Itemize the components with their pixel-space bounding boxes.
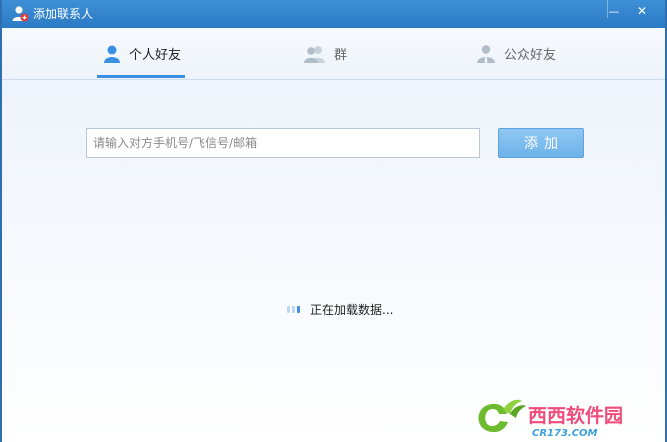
title-bar[interactable]: 添加联系人 — ✕ xyxy=(2,0,665,28)
watermark-site: CR173.COM xyxy=(532,428,598,439)
tab-personal-friend[interactable]: 个人好友 xyxy=(103,28,181,79)
add-contact-app-icon xyxy=(12,6,29,22)
loading-spinner-icon xyxy=(287,306,302,313)
public-account-icon xyxy=(477,44,495,63)
loading-status: 正在加载数据... xyxy=(287,301,393,318)
tab-group[interactable]: 群 xyxy=(304,28,347,79)
close-button[interactable]: ✕ xyxy=(628,0,656,22)
minimize-button[interactable]: — xyxy=(600,0,628,22)
loading-text: 正在加载数据... xyxy=(310,303,394,317)
site-watermark-logo: 西西软件园 CR173.COM xyxy=(478,399,623,439)
contact-search-input[interactable] xyxy=(86,128,480,158)
group-icon xyxy=(304,45,325,63)
tab-label: 个人好友 xyxy=(129,48,182,63)
close-icon: ✕ xyxy=(636,4,648,18)
contact-type-tabs: 个人好友 群 公众好友 xyxy=(2,28,665,80)
tab-label: 群 xyxy=(334,48,348,63)
active-tab-indicator xyxy=(97,75,185,78)
person-icon xyxy=(104,45,120,63)
minimize-icon: — xyxy=(608,4,620,18)
watermark-brand: 西西软件园 xyxy=(528,404,623,427)
window-title: 添加联系人 xyxy=(33,7,94,21)
tab-public-friend[interactable]: 公众好友 xyxy=(476,28,556,79)
add-contact-dialog: 添加联系人 — ✕ 个人好友 群 公众好友 请输入对方手机号/飞信号/邮箱 添加… xyxy=(2,0,665,442)
tab-label: 公众好友 xyxy=(504,48,557,63)
add-button[interactable]: 添加 xyxy=(498,128,584,158)
